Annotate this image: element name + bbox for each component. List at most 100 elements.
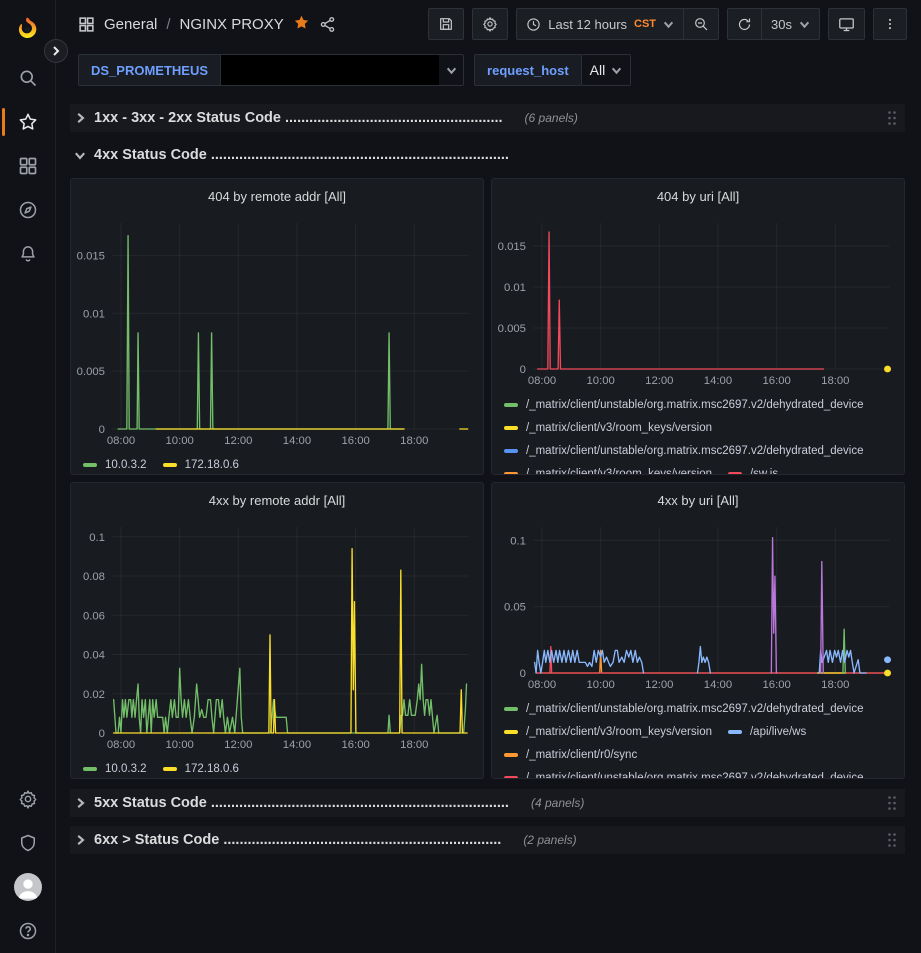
expand-sidebar-button[interactable] [44, 39, 68, 63]
save-dashboard-button[interactable] [428, 8, 464, 40]
panels-grid: 404 by remote addr [All] 08:0010:0012:00… [70, 178, 905, 779]
legend-item[interactable]: /_matrix/client/v3/room_keys/version [504, 720, 712, 743]
legend-swatch [504, 426, 518, 430]
svg-text:10:00: 10:00 [586, 375, 614, 387]
more-options-kebab-button[interactable] [873, 8, 907, 40]
legend-label: 10.0.3.2 [105, 459, 147, 471]
grafana-logo-icon [15, 17, 41, 43]
legend-item[interactable]: /_matrix/client/v3/room_keys/version [504, 462, 712, 474]
panel-title[interactable]: 4xx by uri [All] [492, 483, 904, 517]
legend-item[interactable]: /_matrix/client/unstable/org.matrix.msc2… [504, 766, 864, 778]
sidebar-item-search[interactable] [0, 56, 56, 100]
svg-text:0.08: 0.08 [83, 571, 105, 583]
legend-item[interactable]: 10.0.3.2 [83, 757, 147, 778]
legend-item[interactable]: /_matrix/client/unstable/org.matrix.msc2… [504, 393, 864, 416]
svg-text:18:00: 18:00 [821, 679, 849, 691]
row-drag-handle[interactable] [887, 110, 897, 126]
legend-item[interactable]: /sw.js [728, 462, 778, 474]
svg-text:12:00: 12:00 [224, 435, 252, 447]
row-drag-handle[interactable] [887, 795, 897, 811]
svg-text:16:00: 16:00 [762, 375, 790, 387]
monitor-icon [838, 16, 855, 33]
row-title: 1xx - 3xx - 2xx Status Code ............… [94, 110, 503, 126]
row-title: 5xx Status Code ........................… [94, 795, 509, 811]
redacted-variable-value [221, 55, 439, 85]
timeseries-chart[interactable]: 08:0010:0012:0014:0016:0018:0000.0050.01… [492, 213, 904, 391]
time-range-picker[interactable]: Last 12 hours CST [516, 8, 684, 40]
refresh-interval-value: 30s [771, 17, 792, 32]
svg-text:0.015: 0.015 [77, 251, 105, 263]
zoom-out-button[interactable] [684, 8, 719, 40]
sidebar-item-profile[interactable] [0, 865, 56, 909]
chevron-down-icon [611, 65, 622, 76]
sidebar-item-starred[interactable] [0, 100, 56, 144]
panel-404-by-uri: 404 by uri [All] 08:0010:0012:0014:0016:… [491, 178, 905, 475]
legend-item[interactable]: 10.0.3.2 [83, 453, 147, 474]
breadcrumb-dashboard-title[interactable]: NGINX PROXY [180, 16, 284, 33]
chevron-down-icon [799, 19, 810, 30]
row-panel-count: (2 panels) [523, 833, 576, 847]
legend-item[interactable]: 172.18.0.6 [163, 757, 239, 778]
svg-text:08:00: 08:00 [528, 679, 556, 691]
legend-item[interactable]: /_matrix/client/r0/sync [504, 743, 637, 766]
star-icon [18, 112, 38, 132]
row-title: 4xx Status Code ........................… [94, 147, 509, 163]
clock-icon [526, 17, 541, 32]
legend-swatch [504, 707, 518, 711]
sidebar-item-dashboards[interactable] [0, 144, 56, 188]
svg-text:0.01: 0.01 [83, 308, 105, 320]
help-question-icon [18, 921, 38, 941]
legend-item[interactable]: 172.18.0.6 [163, 453, 239, 474]
row-6xx[interactable]: 6xx > Status Code ......................… [70, 826, 905, 854]
panel-title[interactable]: 4xx by remote addr [All] [71, 483, 483, 517]
breadcrumb-folder[interactable]: General [104, 16, 157, 33]
svg-text:0.02: 0.02 [83, 689, 105, 701]
row-1xx-3xx-2xx[interactable]: 1xx - 3xx - 2xx Status Code ............… [70, 104, 905, 132]
svg-text:0.1: 0.1 [89, 532, 105, 544]
sidebar-item-configuration[interactable] [0, 777, 56, 821]
refresh-interval-dropdown[interactable]: 30s [762, 8, 820, 40]
sidebar-item-help[interactable] [0, 909, 56, 953]
timeseries-chart[interactable]: 08:0010:0012:0014:0016:0018:0000.050.1 [492, 517, 904, 695]
legend-label: /_matrix/client/v3/room_keys/version [526, 726, 712, 738]
svg-text:0.05: 0.05 [504, 602, 526, 614]
legend-item[interactable]: /_matrix/client/v3/room_keys/version [504, 416, 712, 439]
svg-text:0.005: 0.005 [77, 366, 105, 378]
share-dashboard-button[interactable] [319, 16, 336, 33]
variable-label-request-host[interactable]: request_host [474, 54, 581, 86]
legend-label: 172.18.0.6 [185, 763, 239, 775]
svg-text:12:00: 12:00 [645, 679, 673, 691]
row-5xx[interactable]: 5xx Status Code ........................… [70, 789, 905, 817]
variable-ds-prometheus: DS_PROMETHEUS [78, 54, 464, 86]
panel-title[interactable]: 404 by remote addr [All] [71, 179, 483, 213]
variable-value-dropdown-request-host[interactable]: All [581, 54, 632, 86]
legend-item[interactable]: /_matrix/client/unstable/org.matrix.msc2… [504, 697, 864, 720]
dashboard-settings-button[interactable] [472, 8, 508, 40]
sidebar-item-explore[interactable] [0, 188, 56, 232]
kiosk-mode-button[interactable] [828, 8, 865, 40]
legend-label: 172.18.0.6 [185, 459, 239, 471]
person-icon [14, 873, 42, 901]
refresh-button[interactable] [727, 8, 762, 40]
legend-swatch [504, 776, 518, 779]
row-drag-handle[interactable] [887, 832, 897, 848]
sidebar-item-server-admin[interactable] [0, 821, 56, 865]
gear-icon [18, 789, 38, 809]
variable-value-dropdown-ds-prometheus[interactable] [220, 54, 464, 86]
timeseries-chart[interactable]: 08:0010:0012:0014:0016:0018:0000.0050.01… [71, 213, 483, 451]
variable-label-ds-prometheus[interactable]: DS_PROMETHEUS [78, 54, 220, 86]
svg-text:10:00: 10:00 [586, 679, 614, 691]
row-4xx[interactable]: 4xx Status Code ........................… [70, 141, 905, 169]
legend-item[interactable]: /_matrix/client/unstable/org.matrix.msc2… [504, 439, 864, 462]
favorite-star-icon[interactable] [293, 14, 310, 35]
legend-item[interactable]: /api/live/ws [728, 720, 806, 743]
row-panel-count: (6 panels) [525, 111, 578, 125]
panel-title[interactable]: 404 by uri [All] [492, 179, 904, 213]
svg-text:18:00: 18:00 [400, 435, 428, 447]
timeseries-chart[interactable]: 08:0010:0012:0014:0016:0018:0000.020.040… [71, 517, 483, 755]
sidebar-item-alerting[interactable] [0, 232, 56, 276]
chevron-right-icon [74, 834, 86, 846]
svg-text:0.06: 0.06 [83, 610, 105, 622]
breadcrumb-divider: / [166, 16, 170, 33]
row-panel-count: (4 panels) [531, 796, 584, 810]
